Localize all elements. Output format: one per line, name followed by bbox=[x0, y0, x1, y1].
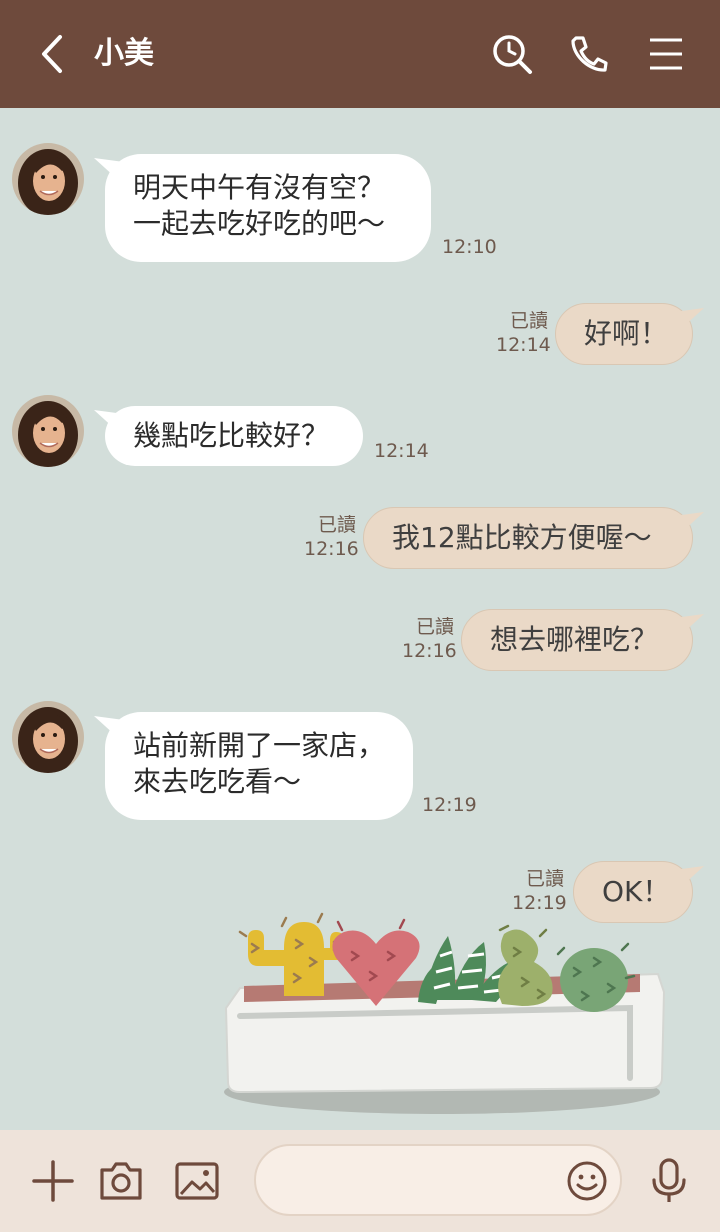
read-receipt: 已讀 bbox=[415, 616, 454, 638]
message-line: 好啊！ bbox=[584, 317, 669, 350]
image-icon[interactable] bbox=[172, 1156, 222, 1206]
chat-header: 小美 bbox=[0, 0, 720, 108]
phone-icon[interactable] bbox=[566, 32, 610, 76]
message-line: 站前新開了一家店， bbox=[133, 729, 386, 762]
chat-title: 小美 bbox=[94, 36, 154, 71]
contact-avatar[interactable] bbox=[12, 395, 84, 467]
message-meta: 已讀 12:19 bbox=[512, 867, 567, 915]
message-time: 12:10 bbox=[442, 236, 497, 258]
message-bubble-outgoing[interactable]: 好啊！ bbox=[555, 303, 693, 365]
message-line: 幾點吃比較好？ bbox=[133, 419, 330, 452]
emoji-icon[interactable] bbox=[566, 1160, 608, 1202]
message-bubble-outgoing[interactable]: 我12點比較方便喔〜 bbox=[363, 507, 693, 569]
message-line: 來去吃吃看〜 bbox=[133, 765, 302, 798]
bubble-tail bbox=[674, 614, 704, 634]
message-meta: 已讀 12:16 bbox=[402, 615, 457, 663]
message-time: 12:19 bbox=[512, 892, 567, 914]
message-bubble-incoming[interactable]: 站前新開了一家店， 來去吃吃看〜 bbox=[105, 712, 413, 820]
message-time: 12:16 bbox=[304, 538, 359, 560]
message-line: 我12點比較方便喔〜 bbox=[392, 521, 652, 554]
message-meta: 已讀 12:16 bbox=[304, 513, 359, 561]
search-icon[interactable] bbox=[490, 32, 534, 76]
read-receipt: 已讀 bbox=[317, 514, 356, 536]
message-bubble-outgoing[interactable]: 想去哪裡吃？ bbox=[461, 609, 693, 671]
bubble-tail bbox=[674, 512, 704, 532]
bubble-tail bbox=[674, 866, 704, 886]
bubble-tail bbox=[674, 308, 704, 328]
microphone-icon[interactable] bbox=[644, 1156, 694, 1206]
message-line: 明天中午有沒有空？ bbox=[133, 171, 386, 204]
message-composer bbox=[0, 1130, 720, 1232]
message-line: 一起去吃好吃的吧〜 bbox=[133, 207, 386, 240]
message-time: 12:14 bbox=[496, 334, 551, 356]
message-meta: 已讀 12:14 bbox=[496, 309, 551, 357]
message-input-wrapper[interactable] bbox=[254, 1144, 622, 1216]
message-line: OK！ bbox=[602, 875, 671, 908]
read-receipt: 已讀 bbox=[525, 868, 564, 890]
contact-avatar[interactable] bbox=[12, 701, 84, 773]
message-input[interactable] bbox=[280, 1160, 544, 1202]
plus-icon[interactable] bbox=[28, 1156, 78, 1206]
contact-avatar[interactable] bbox=[12, 143, 84, 215]
back-icon[interactable] bbox=[36, 34, 68, 74]
message-time: 12:19 bbox=[422, 794, 477, 816]
message-bubble-incoming[interactable]: 明天中午有沒有空？ 一起去吃好吃的吧〜 bbox=[105, 154, 431, 262]
message-line: 想去哪裡吃？ bbox=[490, 623, 659, 656]
chat-area[interactable]: 明天中午有沒有空？ 一起去吃好吃的吧〜 12:10 已讀 12:14 好啊！ 幾… bbox=[0, 108, 720, 1130]
message-time: 12:16 bbox=[402, 640, 457, 662]
camera-icon[interactable] bbox=[96, 1156, 146, 1206]
message-time: 12:14 bbox=[374, 440, 429, 462]
read-receipt: 已讀 bbox=[509, 310, 548, 332]
menu-icon[interactable] bbox=[644, 32, 688, 76]
message-bubble-incoming[interactable]: 幾點吃比較好？ bbox=[105, 406, 363, 466]
